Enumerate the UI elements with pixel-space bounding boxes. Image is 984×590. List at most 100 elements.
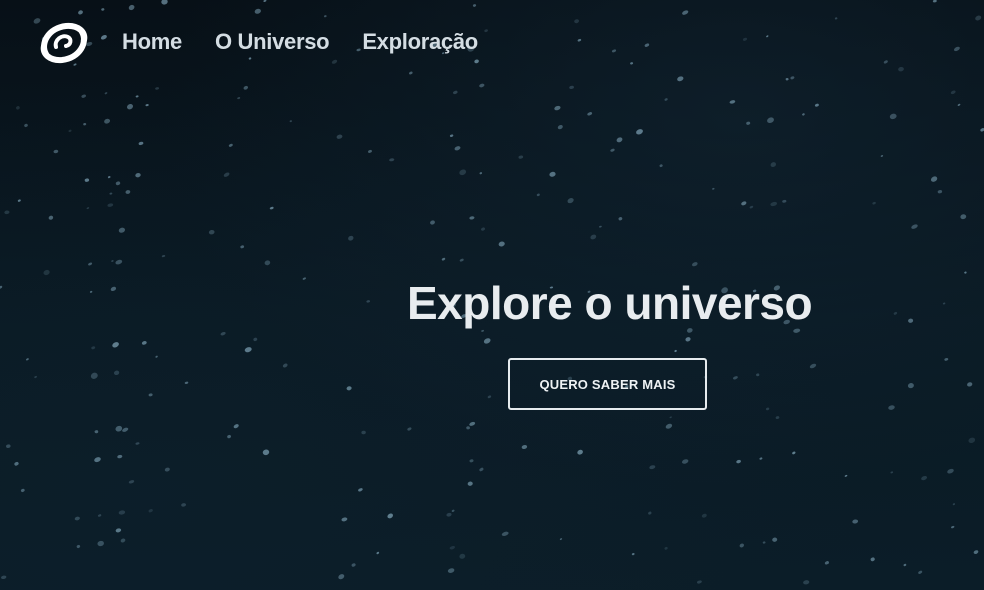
star-dot (449, 545, 455, 550)
star-dot (559, 538, 563, 541)
star-dot (138, 141, 144, 146)
nav-link-o-universo[interactable]: O Universo (215, 29, 330, 55)
star-dot (459, 169, 467, 176)
nav-link-home[interactable]: Home (122, 29, 182, 55)
star-dot (430, 220, 435, 225)
star-dot (967, 382, 973, 387)
star-dot (68, 129, 72, 133)
star-dot (736, 459, 741, 464)
star-dot (487, 395, 492, 399)
star-dot (903, 563, 907, 567)
star-dot (237, 97, 241, 100)
star-dot (685, 337, 691, 342)
star-dot (351, 563, 356, 567)
star-dot (208, 229, 215, 235)
star-dot (90, 372, 98, 379)
star-dot (122, 427, 129, 432)
star-dot (262, 449, 270, 456)
star-dot (459, 553, 466, 559)
star-dot (973, 550, 979, 554)
star-dot (407, 427, 412, 431)
star-dot (25, 358, 29, 361)
star-dot (338, 574, 345, 580)
star-dot (233, 424, 239, 429)
star-dot (907, 383, 914, 389)
star-dot (244, 347, 252, 353)
star-dot (135, 442, 140, 445)
logo-icon[interactable] (38, 20, 90, 66)
star-dot (908, 318, 914, 323)
star-dot (631, 553, 635, 556)
star-dot (220, 331, 226, 336)
star-dot (348, 235, 354, 241)
star-dot (947, 468, 954, 474)
learn-more-button[interactable]: QUERO SABER MAIS (508, 358, 707, 410)
nav-link-exploracao[interactable]: Exploração (362, 29, 478, 55)
star-dot (814, 103, 819, 107)
star-dot (128, 480, 135, 484)
star-dot (148, 393, 153, 397)
star-dot (0, 285, 3, 289)
star-dot (682, 459, 689, 464)
star-dot (74, 516, 80, 521)
star-dot (944, 358, 949, 361)
star-dot (616, 137, 623, 143)
star-dot (501, 531, 509, 536)
star-dot (872, 201, 876, 205)
swirl-galaxy-logo-icon (40, 22, 88, 64)
star-dot (118, 510, 126, 515)
star-dot (120, 538, 126, 543)
star-dot (115, 259, 123, 265)
star-dot (264, 260, 271, 266)
star-dot (253, 337, 258, 342)
star-dot (824, 561, 829, 565)
star-dot (454, 146, 461, 151)
star-dot (141, 341, 147, 345)
star-dot (387, 513, 393, 519)
star-dot (112, 342, 119, 348)
star-dot (921, 475, 928, 481)
star-dot (467, 481, 473, 486)
star-dot (389, 158, 395, 162)
star-dot (53, 149, 59, 154)
star-dot (164, 467, 170, 472)
star-dot (135, 173, 141, 178)
star-dot (950, 90, 956, 95)
star-dot (110, 286, 117, 292)
star-dot (282, 363, 288, 368)
star-dot (469, 459, 474, 463)
star-dot (227, 434, 231, 439)
star-dot (741, 201, 747, 206)
star-dot (669, 416, 672, 419)
star-dot (459, 258, 464, 262)
star-dot (729, 100, 736, 104)
star-dot (115, 181, 121, 186)
star-dot (94, 457, 101, 463)
star-dot (97, 540, 104, 547)
star-dot (557, 124, 563, 130)
star-dot (441, 257, 446, 261)
star-dot (118, 227, 126, 233)
star-dot (89, 290, 93, 293)
star-dot (960, 214, 967, 220)
star-dot (893, 312, 898, 315)
star-dot (4, 210, 10, 215)
hero-section: Home O Universo Exploração Explore o uni… (0, 0, 984, 590)
star-dot (880, 155, 884, 157)
star-dot (91, 346, 96, 350)
star-dot (980, 128, 984, 132)
star-dot (94, 430, 99, 434)
hero-headline: Explore o universo (407, 277, 813, 329)
star-dot (590, 234, 597, 240)
star-dot (86, 207, 90, 210)
star-dot (518, 155, 524, 159)
star-dot (782, 199, 787, 203)
star-dot (549, 171, 556, 177)
star-dot (712, 187, 715, 190)
star-dot (302, 277, 306, 280)
star-dot (104, 118, 111, 124)
star-dot (14, 461, 19, 466)
star-dot (870, 557, 875, 562)
star-dot (24, 123, 28, 128)
star-dot (145, 104, 149, 107)
